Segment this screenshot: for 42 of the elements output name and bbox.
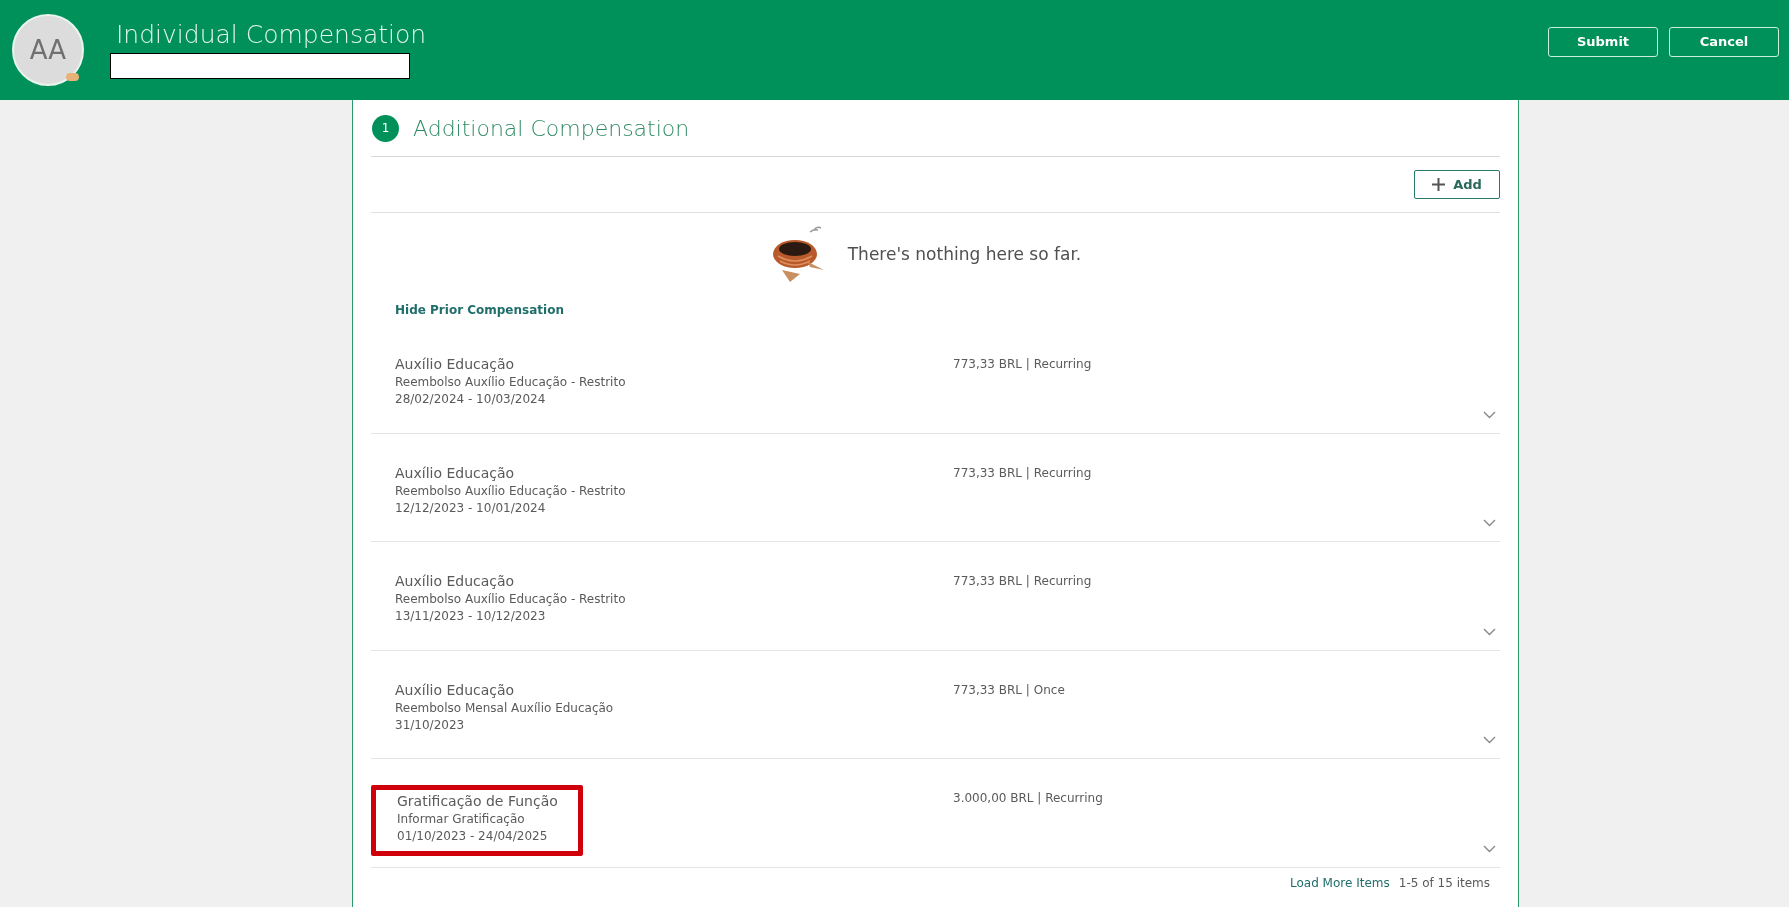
compensation-row[interactable]: Auxílio Educação Reembolso Mensal Auxílio Educação 31/10/2023 773,33 BRL | Once [371, 650, 1500, 759]
chevron-down-icon[interactable] [1483, 844, 1496, 853]
item-title: Auxílio Educação [395, 572, 516, 591]
compensation-row[interactable]: Auxílio Educação Reembolso Auxílio Educação - Restrito 13/11/2023 - 10/12/2023 773,33 BRL | Recurring [371, 542, 1500, 651]
header-button[interactable]: Submit [1548, 27, 1658, 57]
hide-prior-link[interactable]: Hide Prior Compensation [395, 303, 564, 317]
avatar: AA [12, 14, 84, 86]
item-dates: 31/10/2023 [395, 716, 466, 734]
plus-icon [1432, 178, 1446, 191]
badge-icon [66, 73, 79, 81]
item-dates: 28/02/2024 - 10/03/2024 [395, 391, 547, 408]
item-dates: 01/10/2023 - 24/04/2025 [397, 828, 549, 845]
section-title: Additional Compensation [413, 114, 690, 143]
chevron-down-icon[interactable] [1483, 736, 1496, 744]
compensation-row[interactable]: Auxílio Educação Reembolso Auxílio Educação - Restrito 12/12/2023 - 10/01/2024 773,33 BRL | Recurring [371, 433, 1500, 542]
item-dates: 12/12/2023 - 10/01/2024 [395, 499, 547, 517]
item-subtitle: Reembolso Auxílio Educação - Restrito [395, 591, 627, 608]
empty-message: There's nothing here so far. [847, 243, 1082, 267]
chevron-down-icon[interactable] [1483, 410, 1496, 419]
item-amount: 3.000,00 BRL | Recurring [952, 790, 1103, 807]
item-title: Auxílio Educação [395, 355, 516, 374]
add-button[interactable]: Add [1414, 170, 1500, 199]
page-title: Individual Compensation [116, 19, 427, 51]
item-subtitle: Informar Gratificação [397, 811, 526, 828]
item-dates: 13/11/2023 - 10/12/2023 [395, 608, 547, 625]
item-amount: 773,33 BRL | Once [952, 681, 1065, 699]
item-amount: 773,33 BRL | Recurring [952, 464, 1092, 482]
item-title: Auxílio Educação [395, 463, 516, 483]
step-number: 1 [372, 114, 399, 142]
chevron-down-icon[interactable] [1483, 519, 1496, 527]
chevron-down-icon[interactable] [1483, 627, 1496, 636]
item-subtitle: Reembolso Mensal Auxílio Educação [395, 699, 615, 717]
item-count: 1-5 of 15 items [1398, 874, 1490, 892]
load-more-link[interactable]: Load More Items [1290, 873, 1390, 892]
item-title: Auxílio Educação [395, 680, 516, 700]
header-button[interactable]: Cancel [1669, 27, 1779, 57]
item-subtitle: Reembolso Auxílio Educação - Restrito [395, 482, 627, 500]
item-title: Gratificação de Função [397, 792, 558, 811]
compensation-row[interactable]: Auxílio Educação Reembolso Auxílio Educação - Restrito 28/02/2024 - 10/03/2024 773,33 BRL | Recurring [371, 325, 1500, 434]
item-amount: 773,33 BRL | Recurring [952, 356, 1092, 373]
item-amount: 773,33 BRL | Recurring [952, 573, 1092, 590]
item-subtitle: Reembolso Auxílio Educação - Restrito [395, 374, 627, 391]
